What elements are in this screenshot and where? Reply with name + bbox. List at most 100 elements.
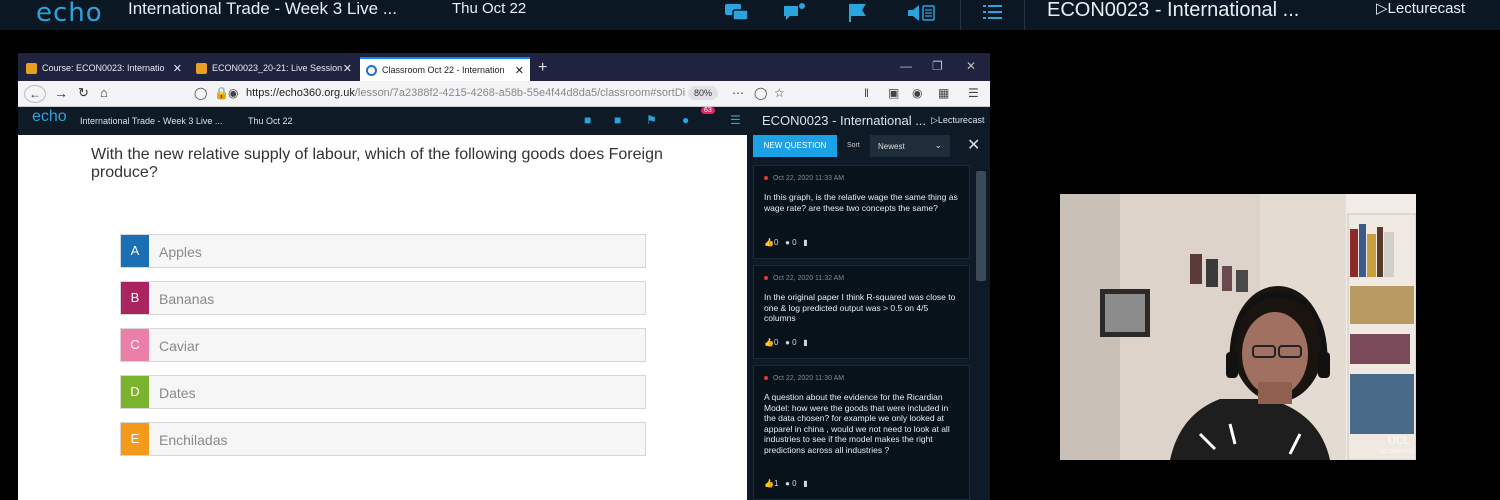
tab-label: ECON0023_20-21: Live Session bbox=[212, 63, 343, 73]
watermark-text: LECTURECAST bbox=[1378, 449, 1415, 455]
answer-label: Bananas bbox=[159, 291, 215, 307]
comment-count: 0 bbox=[792, 338, 797, 347]
chat-bubbles-icon[interactable] bbox=[724, 2, 750, 28]
inner-echo-bar: echo International Trade - Week 3 Live .… bbox=[18, 107, 990, 135]
echo-logo[interactable]: echo bbox=[36, 0, 103, 28]
shield-icon[interactable]: ◯ bbox=[194, 86, 207, 100]
flag-icon[interactable]: ⚑ bbox=[646, 113, 657, 127]
card-meta: Oct 22, 2020 11:33 AM bbox=[764, 175, 844, 182]
webcam-scene: UCL LECTURECAST bbox=[1060, 194, 1416, 460]
tab-label: Course: ECON0023: Internatio bbox=[42, 63, 165, 73]
url-domain: https://echo360.org.uk bbox=[246, 87, 355, 99]
audio-icon[interactable] bbox=[906, 2, 936, 28]
account-icon[interactable]: ◉ bbox=[912, 86, 922, 100]
comment-icon[interactable]: ● bbox=[785, 479, 790, 488]
flag-icon[interactable] bbox=[846, 2, 870, 28]
card-text: A question about the evidence for the Ri… bbox=[764, 392, 950, 455]
close-window-icon[interactable]: ✕ bbox=[966, 59, 976, 73]
like-icon[interactable]: 👍 bbox=[764, 238, 774, 247]
chevron-down-icon: ⌄ bbox=[934, 140, 942, 150]
browser-toolbar: ← → ↻ ⌂ ◯ 🔒 ◉ https://echo360.org.uk/les… bbox=[18, 81, 990, 107]
like-count: 0 bbox=[773, 338, 779, 347]
bookmark-icon[interactable]: ▮ bbox=[803, 238, 807, 247]
close-tab-icon[interactable]: ✕ bbox=[515, 64, 524, 77]
course-title[interactable]: ECON0023 - International ... bbox=[762, 113, 926, 128]
like-count: 1 bbox=[773, 479, 779, 488]
comment-icon[interactable]: ● bbox=[785, 238, 790, 247]
answer-option-e[interactable]: E Enchiladas bbox=[120, 422, 646, 456]
back-button-icon[interactable]: ← bbox=[24, 85, 46, 103]
browser-tab[interactable]: ECON0023_20-21: Live Session ✕ bbox=[190, 57, 358, 81]
card-time: Oct 22, 2020 11:33 AM bbox=[773, 175, 845, 182]
bookmark-icon[interactable]: ▮ bbox=[803, 479, 807, 488]
participants-icon[interactable]: ● bbox=[682, 113, 689, 127]
question-card[interactable]: Oct 22, 2020 11:30 AM A question about t… bbox=[753, 365, 970, 500]
new-tab-button[interactable]: + bbox=[538, 59, 547, 77]
panel-scrollbar[interactable] bbox=[976, 171, 986, 281]
minimize-icon[interactable]: — bbox=[900, 59, 912, 73]
answer-letter: E bbox=[121, 423, 149, 455]
like-icon[interactable]: 👍 bbox=[764, 479, 774, 488]
comment-icon[interactable]: ● bbox=[785, 338, 790, 347]
permissions-icon[interactable]: ◉ bbox=[228, 86, 238, 100]
forward-button-icon[interactable]: → bbox=[54, 85, 68, 101]
close-tab-icon[interactable]: ✕ bbox=[173, 62, 182, 75]
sort-select[interactable]: Newest ⌄ bbox=[870, 135, 950, 157]
zoom-level[interactable]: 80% bbox=[688, 86, 719, 100]
card-meta: Oct 22, 2020 11:30 AM bbox=[764, 375, 844, 382]
close-panel-icon[interactable]: ✕ bbox=[967, 135, 980, 155]
answer-letter: A bbox=[121, 235, 149, 267]
address-bar[interactable]: https://echo360.org.uk/lesson/7a2388f2-4… bbox=[246, 87, 686, 99]
answer-option-c[interactable]: C Caviar bbox=[120, 328, 646, 362]
watermark-logo: UCL bbox=[1388, 435, 1410, 447]
unread-dot-icon bbox=[764, 176, 768, 181]
list-icon[interactable] bbox=[982, 2, 1004, 28]
bookshelf bbox=[1347, 213, 1416, 460]
bookmark-star-icon[interactable]: ☆ bbox=[774, 86, 785, 100]
bookmark-icon[interactable]: ▮ bbox=[803, 338, 807, 347]
questions-panel: NEW QUESTION Sort Newest ⌄ ✕ Oct 22, 202… bbox=[747, 135, 990, 500]
close-tab-icon[interactable]: ✕ bbox=[343, 62, 352, 75]
more-actions-icon[interactable]: ⋯ bbox=[732, 86, 744, 100]
moodle-favicon-icon bbox=[26, 63, 37, 74]
lesson-title: International Trade - Week 3 Live ... bbox=[128, 0, 397, 18]
echo-top-bar: echo International Trade - Week 3 Live .… bbox=[0, 0, 1500, 30]
answer-letter: C bbox=[121, 329, 149, 361]
notes-icon[interactable]: ■ bbox=[614, 113, 621, 127]
menu-icon[interactable]: ☰ bbox=[968, 86, 979, 100]
answer-option-a[interactable]: A Apples bbox=[120, 234, 646, 268]
question-card[interactable]: Oct 22, 2020 11:32 AM In the original pa… bbox=[753, 265, 970, 359]
lock-icon: 🔒 bbox=[214, 86, 229, 100]
new-question-button[interactable]: NEW QUESTION bbox=[753, 135, 837, 157]
answer-option-b[interactable]: B Bananas bbox=[120, 281, 646, 315]
echo-favicon-icon bbox=[366, 65, 377, 76]
extensions-icon[interactable]: ▦ bbox=[938, 86, 949, 100]
chat-bubbles-icon[interactable]: ■ bbox=[584, 113, 591, 127]
sidebar-icon[interactable]: ▣ bbox=[888, 86, 899, 100]
lecturecast-link[interactable]: ▷Lecturecast bbox=[931, 115, 984, 126]
reload-icon[interactable]: ↻ bbox=[78, 85, 89, 101]
course-title[interactable]: ECON0023 - International ... bbox=[1047, 0, 1299, 20]
unread-dot-icon bbox=[764, 376, 768, 381]
lecturecast-link[interactable]: ▷Lecturecast bbox=[1376, 0, 1465, 18]
card-actions: 👍0 ● 0 ▮ bbox=[764, 238, 808, 247]
list-icon[interactable]: ☰ bbox=[730, 113, 741, 127]
home-icon[interactable]: ⌂ bbox=[100, 85, 108, 100]
browser-tab[interactable]: Course: ECON0023: Internatio ✕ bbox=[20, 57, 188, 81]
echo-logo[interactable]: echo bbox=[32, 108, 67, 126]
restore-icon[interactable]: ❐ bbox=[932, 59, 943, 73]
like-icon[interactable]: 👍 bbox=[764, 338, 774, 347]
presenter-video: UCL LECTURECAST bbox=[1060, 194, 1416, 460]
card-meta: Oct 22, 2020 11:32 AM bbox=[764, 275, 844, 282]
answer-letter: D bbox=[121, 376, 149, 408]
question-card[interactable]: Oct 22, 2020 11:33 AM In this graph, is … bbox=[753, 165, 970, 259]
divider bbox=[1024, 0, 1025, 30]
notes-icon[interactable] bbox=[782, 2, 806, 28]
answer-label: Caviar bbox=[159, 338, 200, 354]
answer-option-d[interactable]: D Dates bbox=[120, 375, 646, 409]
browser-tab-active[interactable]: Classroom Oct 22 - Internation ✕ bbox=[360, 57, 530, 81]
pocket-icon[interactable]: ◯ bbox=[754, 86, 767, 100]
library-icon[interactable]: ‖ bbox=[864, 86, 869, 100]
comment-count: 0 bbox=[792, 238, 797, 247]
card-text: In the original paper I think R-squared … bbox=[764, 292, 956, 323]
